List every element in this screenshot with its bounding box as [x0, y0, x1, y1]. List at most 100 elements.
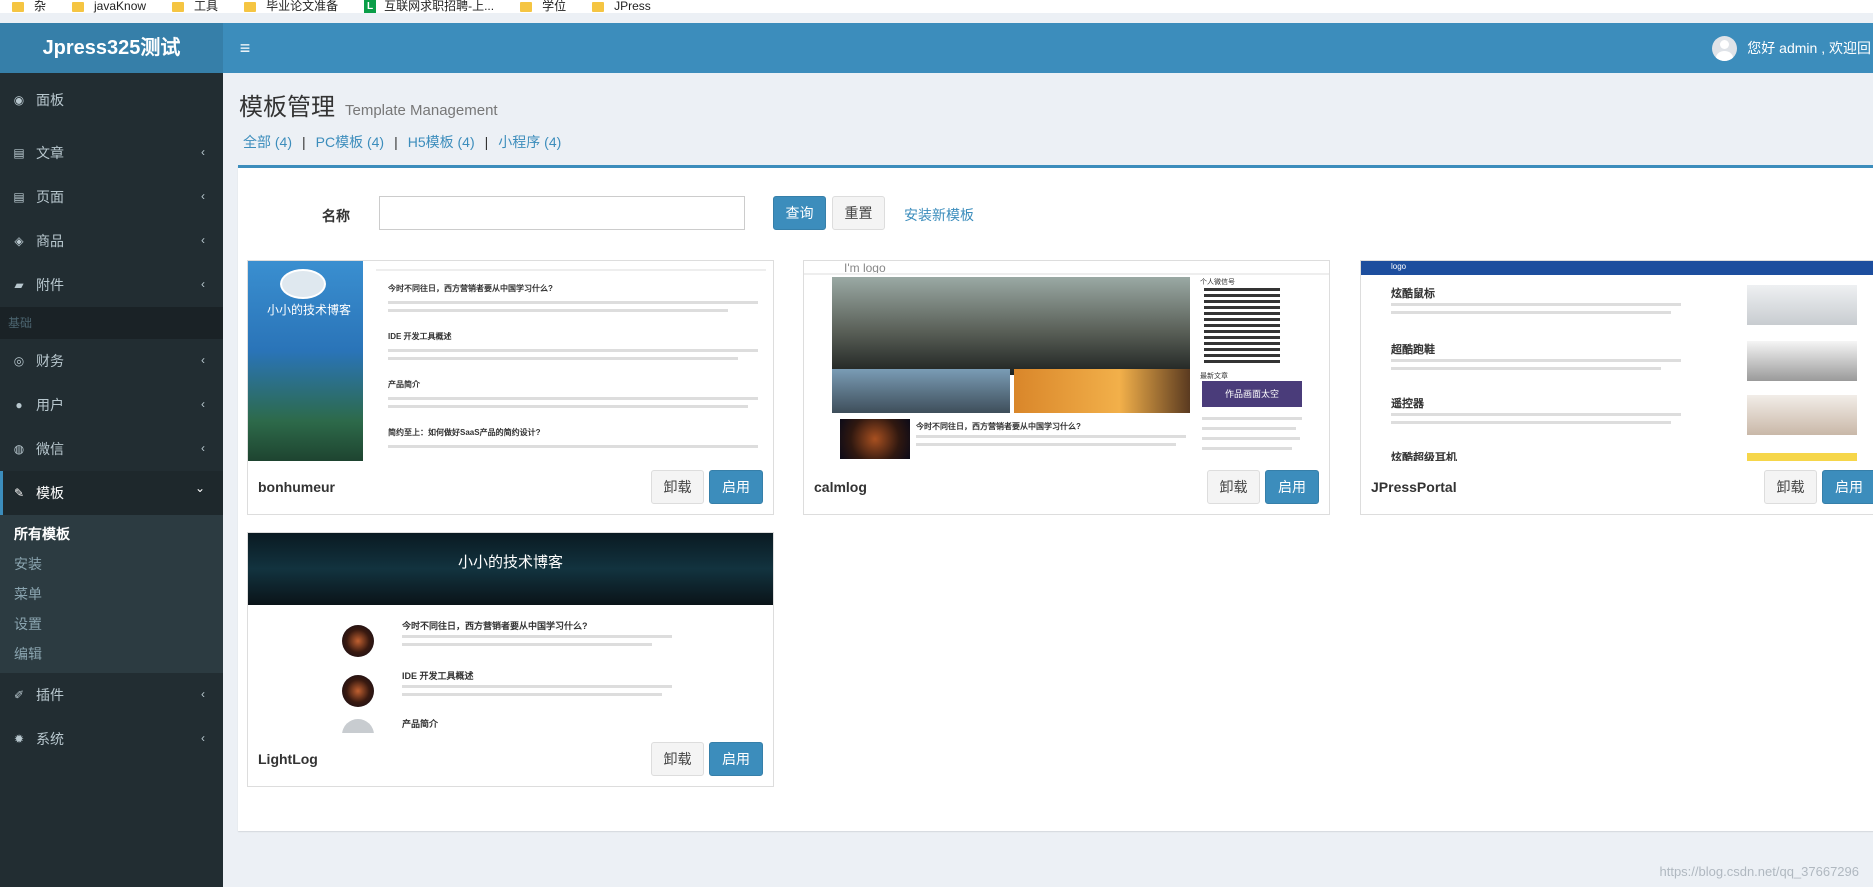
filter-separator: | — [394, 134, 398, 150]
bookmark-item[interactable]: javaKnow — [72, 0, 146, 13]
uninstall-button[interactable]: 卸载 — [1764, 470, 1817, 504]
money-icon: ◎ — [13, 354, 25, 368]
sidebar-item-finance[interactable]: ◎ 财务 ‹ — [0, 339, 223, 383]
template-submenu: 所有模板 安装 菜单 设置 编辑 — [0, 515, 223, 673]
qr-code-icon — [1204, 287, 1280, 363]
thumb-line — [388, 445, 758, 448]
thumb-side-title: 个人微信号 — [1200, 279, 1235, 286]
thumb-line — [1202, 447, 1292, 450]
chevron-down-icon: ⌄ — [194, 481, 205, 495]
thumb-line — [1391, 311, 1671, 314]
template-thumbnail[interactable]: logo 炫酷鼠标 超酷跑鞋 遥控器 炫酷超级耳机 — [1361, 261, 1873, 461]
main-header: Jpress325测试 ≡ 您好 admin , 欢迎回 — [0, 23, 1873, 73]
uninstall-button[interactable]: 卸载 — [1207, 470, 1260, 504]
lagou-icon: L — [364, 0, 377, 13]
filter-all[interactable]: 全部 (4) — [243, 132, 292, 152]
enable-button[interactable]: 启用 — [1265, 470, 1319, 504]
enable-button[interactable]: 启用 — [1822, 470, 1873, 504]
sidebar-item-article[interactable]: ▤ 文章 ‹ — [0, 131, 223, 175]
thumb-nav — [376, 269, 766, 271]
thumb-post-title: 遥控器 — [1391, 398, 1424, 410]
wechat-icon: ◍ — [13, 442, 25, 456]
sidebar-item-template[interactable]: ✎ 模板 ⌄ — [0, 471, 223, 515]
page-subtitle: Template Management — [345, 102, 498, 119]
filter-h5[interactable]: H5模板 (4) — [408, 132, 475, 152]
enable-button[interactable]: 启用 — [709, 742, 763, 776]
sidebar-item-wechat[interactable]: ◍ 微信 ‹ — [0, 427, 223, 471]
submenu-all-templates[interactable]: 所有模板 — [0, 519, 223, 549]
plug-icon: ✐ — [13, 688, 25, 702]
sidebar-item-page[interactable]: ▤ 页面 ‹ — [0, 175, 223, 219]
sidebar-item-dashboard[interactable]: ◉ 面板 — [0, 77, 223, 123]
template-card: 小小的技术博客 今时不同往日，西方营销者要从中国学习什么? IDE 开发工具概述… — [247, 532, 774, 787]
thumb-post-title: 产品简介 — [402, 719, 439, 729]
thumb-line — [1391, 413, 1681, 416]
thumb-post-image — [342, 675, 374, 707]
chevron-left-icon: ‹ — [201, 353, 205, 367]
template-card: logo 炫酷鼠标 超酷跑鞋 遥控器 炫酷超级耳机 JPressPortal 卸… — [1360, 260, 1873, 515]
sidebar-item-plugin[interactable]: ✐ 插件 ‹ — [0, 673, 223, 717]
thumb-image — [840, 419, 910, 459]
uninstall-button[interactable]: 卸载 — [651, 742, 704, 776]
thumb-line — [388, 301, 758, 304]
sidebar-item-product[interactable]: ◈ 商品 ‹ — [0, 219, 223, 263]
filter-pc[interactable]: PC模板 (4) — [316, 132, 384, 152]
filter-separator: | — [302, 134, 306, 150]
bookmark-item[interactable]: JPress — [592, 0, 651, 13]
filter-miniprogram[interactable]: 小程序 (4) — [498, 132, 561, 152]
bookmark-item[interactable]: 杂 — [12, 0, 46, 13]
magic-icon: ✎ — [13, 486, 25, 500]
bookmark-item[interactable]: L 互联网求职招聘-上... — [364, 0, 494, 13]
thumb-image — [832, 369, 1010, 413]
template-thumbnail[interactable]: I'm logo 今时不同往日，西方营销者要从中国学习什么? 个人微信号 最新文… — [804, 261, 1329, 461]
submenu-menu[interactable]: 菜单 — [0, 579, 223, 609]
sidebar-item-system[interactable]: ✹ 系统 ‹ — [0, 717, 223, 761]
thumb-line — [388, 357, 738, 360]
submenu-install[interactable]: 安装 — [0, 549, 223, 579]
app-logo[interactable]: Jpress325测试 — [0, 23, 223, 73]
thumb-post-title: 今时不同往日，西方营销者要从中国学习什么? — [402, 621, 588, 631]
thumb-post-title: IDE 开发工具概述 — [388, 332, 452, 341]
search-label: 名称 — [322, 208, 350, 224]
query-button[interactable]: 查询 — [773, 196, 826, 230]
enable-button[interactable]: 启用 — [709, 470, 763, 504]
file-icon: ▤ — [13, 146, 25, 160]
thumb-line — [402, 635, 672, 638]
folder-icon — [72, 1, 85, 12]
sidebar-item-attachment[interactable]: ▰ 附件 ‹ — [0, 263, 223, 307]
template-name: JPressPortal — [1371, 479, 1457, 495]
thumb-line — [1391, 421, 1671, 424]
thumb-hero — [832, 277, 1190, 375]
user-menu[interactable]: 您好 admin , 欢迎回 — [1712, 23, 1873, 73]
thumb-post-title: 简约至上：如何做好SaaS产品的简约设计? — [388, 428, 541, 437]
uninstall-button[interactable]: 卸载 — [651, 470, 704, 504]
submenu-edit[interactable]: 编辑 — [0, 639, 223, 669]
search-input[interactable] — [379, 196, 745, 230]
sidebar-section-header: 基础 — [0, 307, 223, 339]
install-template-link[interactable]: 安装新模板 — [904, 205, 974, 225]
thumb-post-title: 超酷跑鞋 — [1391, 344, 1435, 356]
user-greeting: 您好 admin , 欢迎回 — [1747, 40, 1871, 56]
thumb-line — [1391, 359, 1681, 362]
thumb-line — [1202, 437, 1300, 440]
reset-button[interactable]: 重置 — [832, 196, 885, 230]
bookmark-item[interactable]: 学位 — [520, 0, 566, 13]
bookmarks-bar: 杂 javaKnow 工具 毕业论文准备 L 互联网求职招聘-上... 学位 JP… — [0, 0, 1873, 13]
thumb-line — [388, 309, 728, 312]
sidebar-item-user[interactable]: ● 用户 ‹ — [0, 383, 223, 427]
thumb-ad: 作品画面太空 — [1202, 381, 1302, 407]
thumb-line — [1202, 417, 1302, 420]
bookmark-item[interactable]: 工具 — [172, 0, 218, 13]
filter-separator: | — [484, 134, 489, 150]
template-thumbnail[interactable]: 小小的技术博客 今时不同往日，西方营销者要从中国学习什么? IDE 开发工具概述… — [248, 533, 773, 733]
chevron-left-icon: ‹ — [201, 687, 205, 701]
thumb-image — [1747, 453, 1857, 461]
template-name: bonhumeur — [258, 479, 335, 495]
watermark: https://blog.csdn.net/qq_37667296 — [1659, 864, 1860, 879]
bookmark-item[interactable]: 毕业论文准备 — [244, 0, 338, 13]
sidebar: ◉ 面板 ▤ 文章 ‹ ▤ 页面 ‹ ◈ 商品 ‹ ▰ 附件 ‹ 基础 ◎ 财务… — [0, 73, 223, 887]
submenu-settings[interactable]: 设置 — [0, 609, 223, 639]
thumb-post-title: 炫酷超级耳机 — [1391, 452, 1457, 461]
sidebar-toggle-icon[interactable]: ≡ — [232, 37, 258, 59]
template-thumbnail[interactable]: 小小的技术博客 今时不同往日，西方营销者要从中国学习什么? IDE 开发工具概述… — [248, 261, 773, 461]
